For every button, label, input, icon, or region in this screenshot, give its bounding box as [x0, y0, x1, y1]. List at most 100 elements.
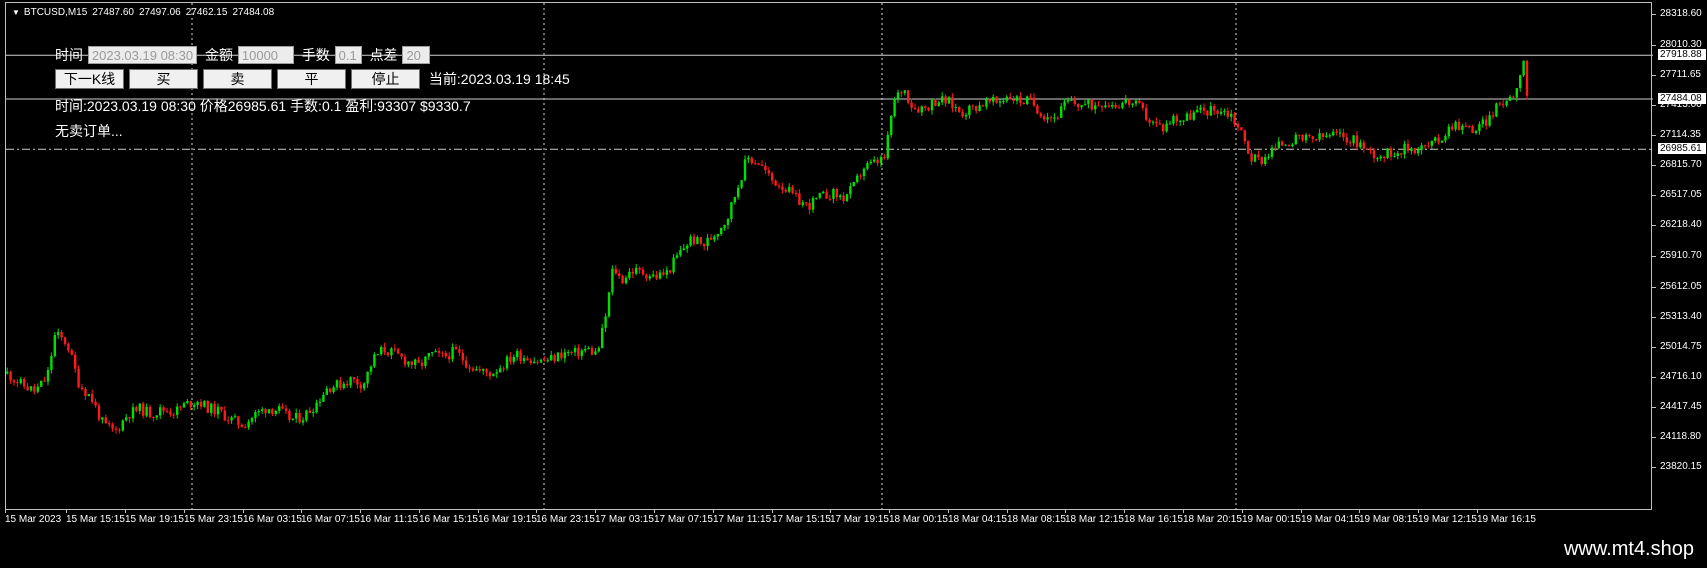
- bull-candle: [1005, 96, 1008, 101]
- bear-candle: [750, 157, 753, 164]
- bull-candle: [322, 394, 325, 402]
- bull-candle: [1338, 132, 1342, 134]
- price-tick: [1652, 225, 1656, 227]
- lots-field[interactable]: 0.1: [334, 46, 362, 64]
- price-tick: [1652, 376, 1656, 378]
- bull-candle: [434, 350, 437, 353]
- time-tick: [243, 510, 244, 513]
- bull-candle: [301, 420, 305, 423]
- bull-candle: [1393, 156, 1396, 158]
- price-tick: [1652, 436, 1656, 438]
- params-row: 时间 2023.03.19 08:30 金额 10000 手数 0.1 点差 2…: [55, 45, 434, 65]
- bull-candle: [862, 168, 866, 176]
- bull-candle: [658, 272, 662, 279]
- bull-candle: [1417, 150, 1420, 154]
- bear-candle: [1281, 141, 1284, 146]
- bull-candle: [546, 360, 549, 362]
- bear-candle: [988, 99, 991, 102]
- footer-bar: www.mt4.shop: [0, 530, 1707, 568]
- bear-candle: [465, 360, 468, 368]
- price-tick: [1652, 105, 1656, 107]
- next-bar-button[interactable]: 下一K线: [55, 69, 124, 89]
- bull-candle: [36, 386, 39, 392]
- bull-candle: [1015, 96, 1019, 101]
- bear-candle: [298, 412, 301, 423]
- bull-candle: [628, 271, 631, 278]
- bull-candle: [607, 292, 611, 317]
- bull-candle: [380, 347, 383, 355]
- bear-candle: [883, 156, 886, 159]
- bull-candle: [954, 106, 957, 108]
- bull-candle: [363, 383, 366, 389]
- bull-candle: [6, 371, 9, 374]
- bull-candle: [182, 403, 186, 408]
- bear-candle: [444, 353, 447, 357]
- time-tick-label: 17 Mar 07:15: [654, 514, 713, 525]
- time-tick-label: 18 Mar 16:15: [1124, 514, 1183, 525]
- bull-candle: [723, 224, 726, 228]
- bear-candle: [227, 420, 230, 422]
- bear-candle: [502, 368, 505, 370]
- time-tick: [66, 510, 67, 513]
- high-value: 27497.06: [139, 7, 181, 18]
- bull-candle: [267, 409, 271, 414]
- bull-candle: [332, 387, 335, 393]
- bull-candle: [233, 416, 237, 418]
- bear-candle: [536, 361, 539, 363]
- bear-candle: [162, 407, 165, 411]
- bear-candle: [1311, 136, 1314, 140]
- bull-candle: [19, 379, 22, 384]
- amount-field[interactable]: 10000: [237, 46, 294, 64]
- bull-candle: [998, 101, 1002, 103]
- bull-candle: [648, 276, 651, 279]
- bear-candle: [84, 389, 87, 397]
- bear-candle: [1389, 148, 1393, 157]
- bear-candle: [1369, 149, 1372, 151]
- bear-candle: [1342, 132, 1345, 138]
- time-tick: [5, 510, 6, 513]
- bear-candle: [1043, 116, 1046, 120]
- time-tick-label: 18 Mar 12:15: [1065, 514, 1124, 525]
- sell-button[interactable]: 卖: [203, 69, 272, 89]
- close-position-button[interactable]: 平: [277, 69, 346, 89]
- bull-candle: [937, 102, 940, 106]
- bull-candle: [230, 417, 233, 421]
- bull-candle: [1168, 123, 1172, 125]
- bear-candle: [308, 410, 311, 414]
- price-tick-label: 23820.15: [1660, 461, 1702, 472]
- bull-candle: [1519, 75, 1522, 89]
- bear-candle: [135, 407, 138, 411]
- bear-candle: [172, 414, 175, 416]
- bull-candle: [873, 159, 876, 162]
- price-tick: [1652, 195, 1656, 197]
- bear-candle: [1525, 60, 1529, 96]
- bear-candle: [1077, 103, 1080, 108]
- time-field[interactable]: 2023.03.19 08:30: [87, 46, 198, 64]
- bear-candle: [468, 367, 471, 369]
- bull-candle: [601, 327, 604, 349]
- bear-candle: [148, 406, 152, 418]
- bull-candle: [597, 348, 600, 352]
- bear-candle: [77, 368, 80, 388]
- bear-candle: [1471, 126, 1474, 134]
- bull-candle: [1461, 125, 1464, 131]
- spread-field[interactable]: 20: [402, 46, 431, 64]
- bull-candle: [563, 352, 566, 359]
- bear-candle: [509, 356, 512, 362]
- bull-candle: [1328, 135, 1331, 137]
- bear-candle: [1345, 137, 1348, 143]
- time-tick-label: 19 Mar 08:15: [1359, 514, 1418, 525]
- collapse-triangle-icon[interactable]: ▼: [12, 8, 20, 17]
- bull-candle: [1474, 131, 1478, 134]
- bear-candle: [784, 189, 787, 192]
- bear-candle: [913, 107, 917, 109]
- bear-candle: [383, 347, 386, 353]
- stop-button[interactable]: 停止: [351, 69, 420, 89]
- bear-candle: [961, 111, 964, 117]
- time-axis[interactable]: 15 Mar 2023 15 Mar 15:15 15 Mar 19:15 15 Ma…: [0, 510, 1652, 528]
- bull-candle: [495, 372, 498, 374]
- buy-button[interactable]: 买: [129, 69, 198, 89]
- price-scale[interactable]: 28318.60 28010.30 27711.65 27413.00 27114.35…: [1652, 0, 1707, 512]
- bear-candle: [329, 388, 332, 393]
- price-tick-label: 25313.40: [1660, 310, 1702, 322]
